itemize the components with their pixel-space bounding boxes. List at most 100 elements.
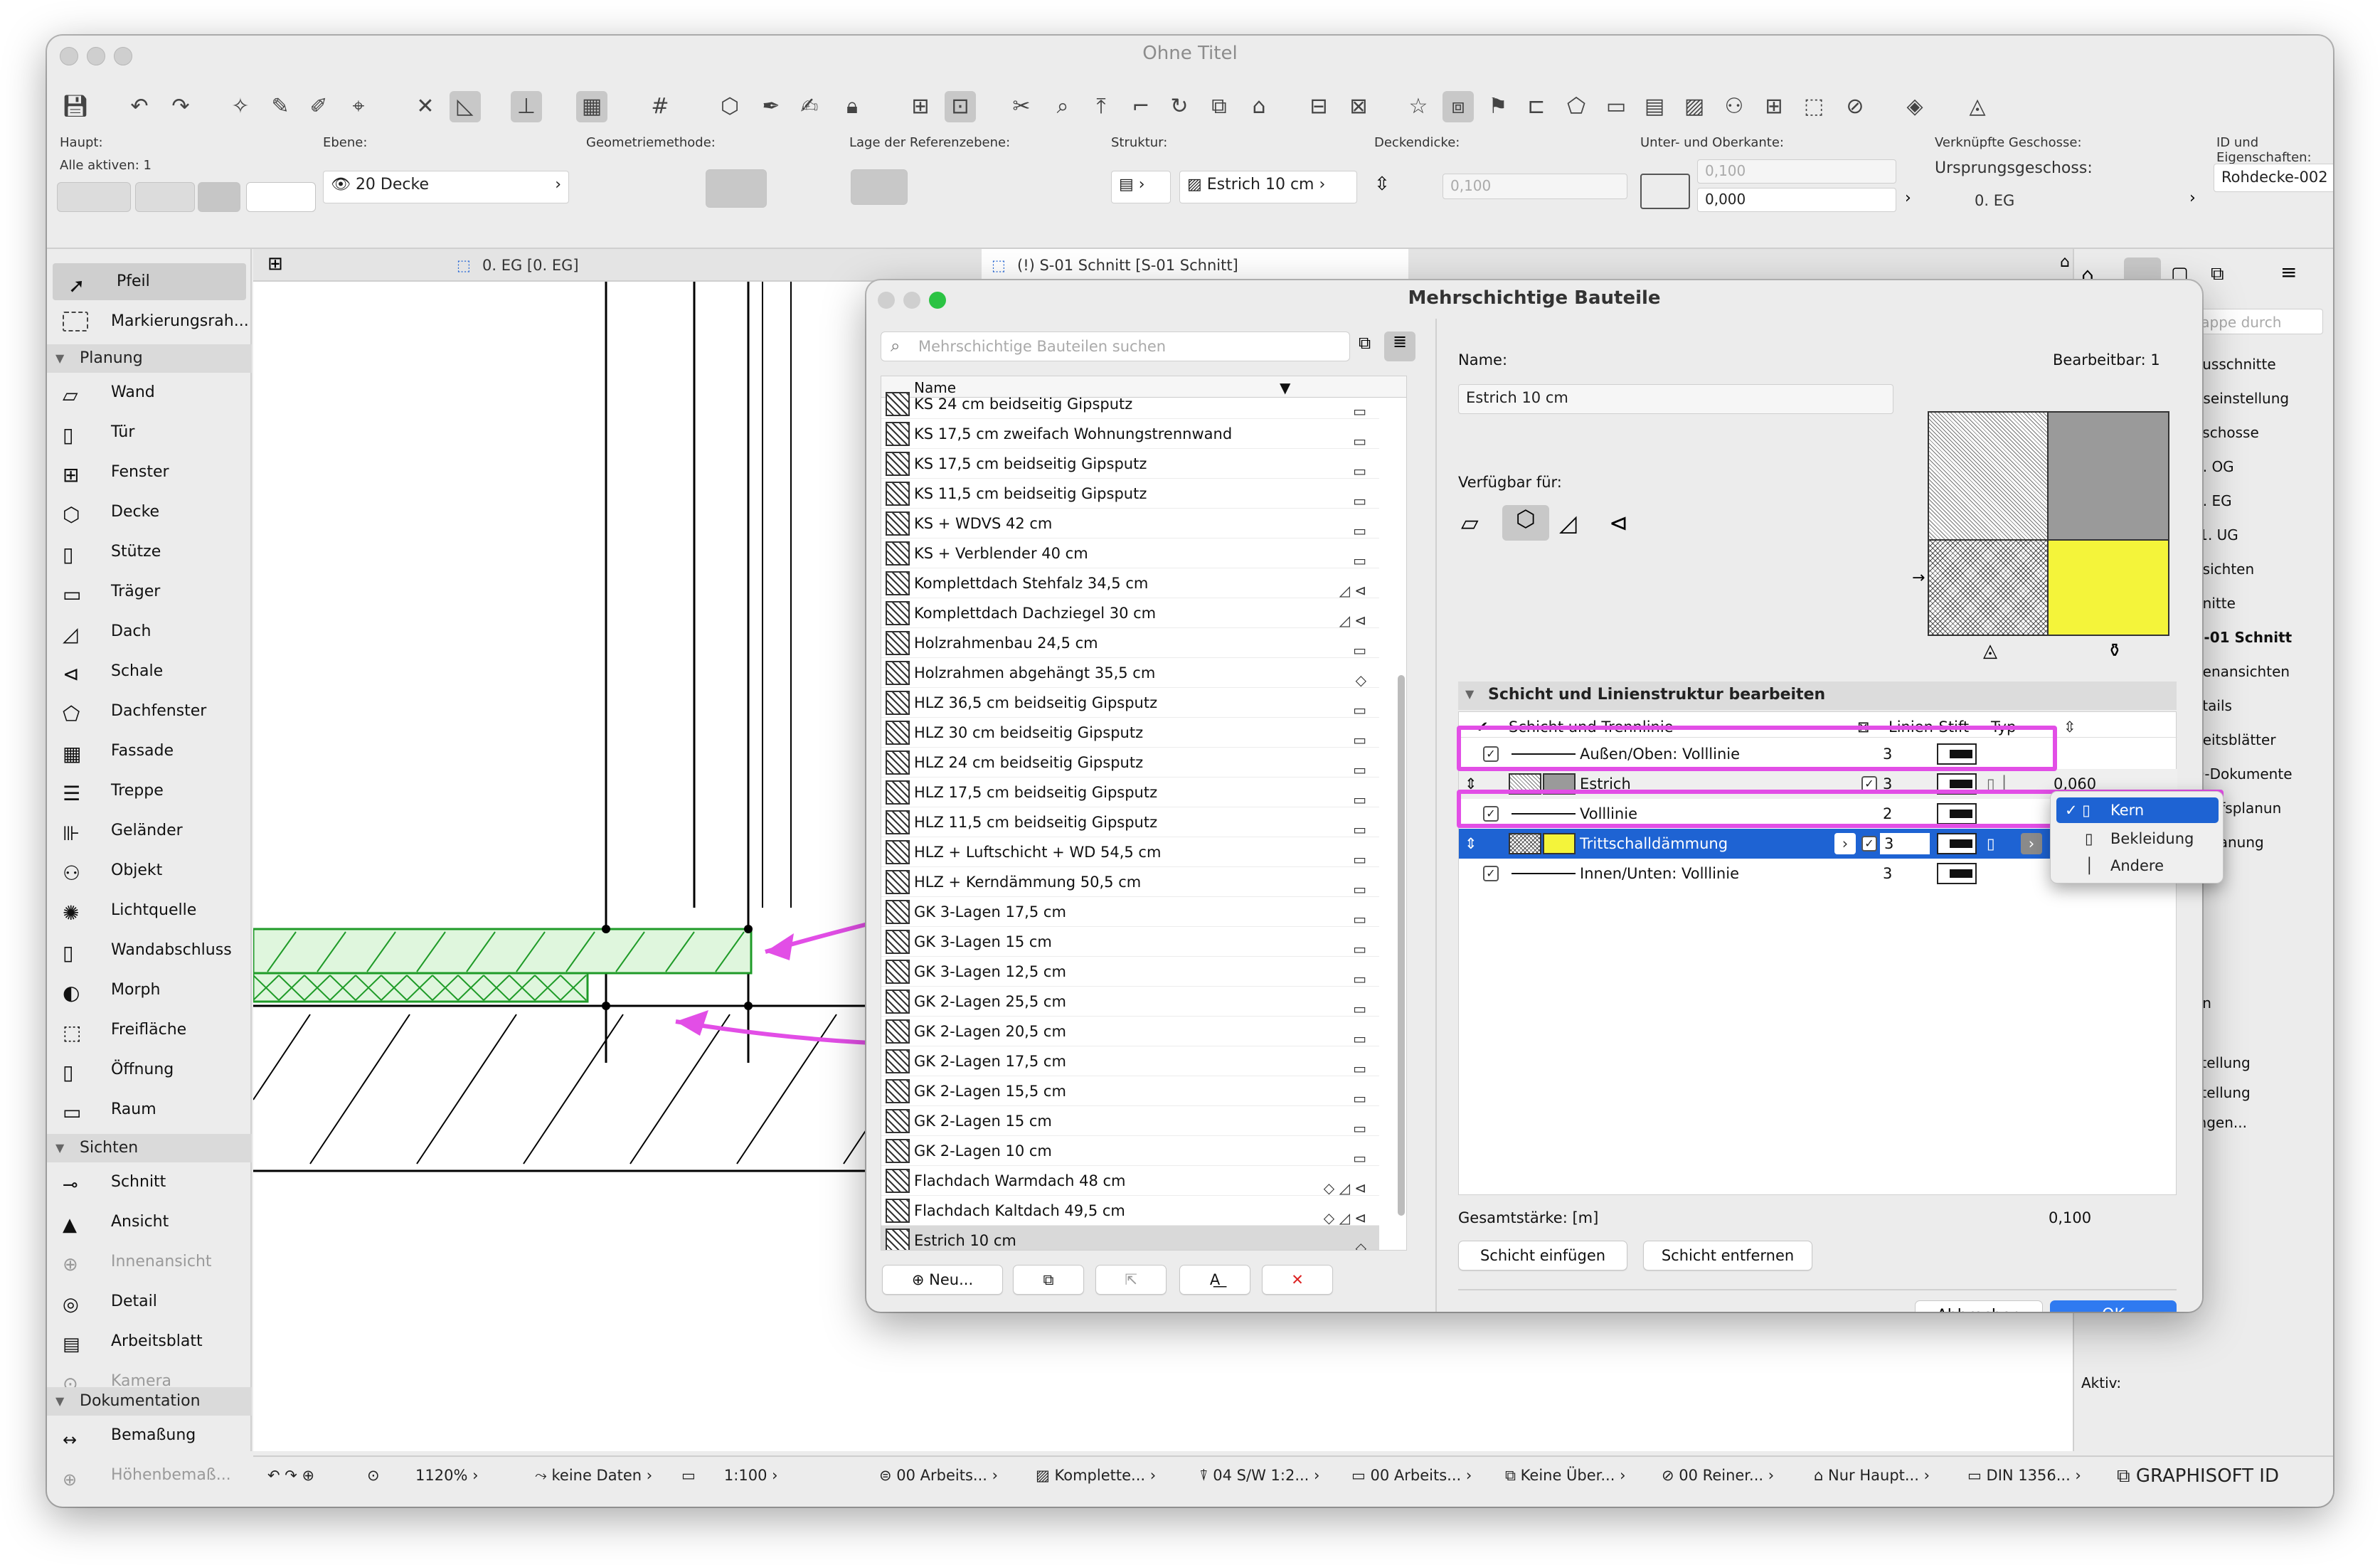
status-item-6[interactable]: ⌂ Nur Haupt... › [1814, 1467, 1930, 1484]
list-item[interactable]: Komplettdach Stehfalz 34,5 cm ◿ ⊲ [881, 568, 1379, 599]
tool-2[interactable]: ⊞ Fenster [47, 454, 252, 491]
slab-icon[interactable]: ⬡ [1502, 505, 1549, 541]
group-dokumentation[interactable]: Dokumentation [47, 1387, 252, 1416]
pipette-icon[interactable]: ✎ [265, 91, 296, 122]
syringe-icon[interactable]: ✐ [303, 91, 334, 122]
publisher-icon[interactable]: ⧉ [2211, 263, 2224, 285]
ref-core-top-icon[interactable] [916, 169, 966, 205]
nav-item[interactable]: nsichten [2194, 561, 2254, 578]
status-item-1[interactable]: ▨ Komplette... › [1036, 1467, 1156, 1484]
elevate-icon[interactable]: ⤒ [1085, 91, 1117, 122]
tab-section[interactable]: ⬚ (!) S-01 Schnitt [S-01 Schnitt] [982, 249, 1408, 282]
composite-name-field[interactable]: Estrich 10 cm [1458, 384, 1893, 414]
list-item[interactable]: KS 24 cm beidseitig Gipsputz ▭ [881, 389, 1379, 420]
mirror-icon[interactable]: ⧉ [1204, 91, 1235, 122]
nav-item[interactable]: beitsblätter [2194, 731, 2276, 748]
doc-tool-1[interactable]: ⊕ Höhenbemaß... [47, 1457, 252, 1494]
composite-icon[interactable]: ▤ [1639, 91, 1670, 122]
tool-9[interactable]: ▦ Fassade [47, 733, 252, 770]
status-item-2[interactable]: ⍒ 04 S/W 1:2... › [1199, 1467, 1319, 1485]
snap-icon[interactable]: ✕ [410, 91, 441, 122]
tab-floor-plan[interactable]: ⬚ 0. EG [0. EG] [447, 249, 980, 282]
list-item[interactable]: Flachdach Warmdach 48 cm ◇ ◿ ⊲ [881, 1166, 1379, 1197]
geometry-basic-icon[interactable] [592, 169, 640, 205]
doc-tool-0[interactable]: ↔ Bemaßung [47, 1417, 252, 1454]
list-item[interactable]: GK 2-Lagen 15,5 cm ▭ [881, 1076, 1379, 1107]
tool-18[interactable]: ▭ Raum [47, 1091, 252, 1128]
tool-16[interactable]: ⬚ Freifläche [47, 1012, 252, 1049]
marquee-filter-button[interactable] [135, 182, 195, 212]
status-item-3[interactable]: ▭ 00 Arbeits... › [1351, 1467, 1472, 1484]
guide-lines-icon[interactable]: ◺ [450, 91, 481, 122]
list-item[interactable]: KS + Verblender 40 cm ▭ [881, 539, 1379, 569]
list-item[interactable]: KS 17,5 cm zweifach Wohnungstrennwand ▭ [881, 419, 1379, 450]
favorites-icon[interactable]: ☆ [1403, 91, 1434, 122]
list-item[interactable]: KS 11,5 cm beidseitig Gipsputz ▭ [881, 479, 1379, 509]
mep-icon[interactable]: ⬚ [1798, 91, 1829, 122]
status-item-5[interactable]: ⊘ 00 Reiner... › [1662, 1467, 1774, 1484]
thickness-field[interactable]: 0,100 [1443, 174, 1627, 199]
tool-pfeil[interactable]: ➚ Pfeil [53, 263, 246, 300]
pick-up-icon[interactable]: ⌖ [343, 91, 374, 122]
window-icon[interactable]: ⊞ [1758, 91, 1790, 122]
group-sichten[interactable]: Sichten [47, 1134, 252, 1162]
profile-icon[interactable]: ▭ [1600, 91, 1632, 122]
view-tool-4[interactable]: ▤ Arbeitsblatt [47, 1323, 252, 1360]
pen-number-field[interactable]: 3 [1880, 833, 1930, 854]
nav-item[interactable]: S-01 Schnitt [2194, 629, 2292, 646]
tool-15[interactable]: ◐ Morph [47, 972, 252, 1009]
list-item[interactable]: GK 2-Lagen 10 cm ▭ [881, 1136, 1379, 1167]
scale[interactable]: ▭ 1:100 › [681, 1467, 778, 1484]
nav-item[interactable]: itseinstellung [2194, 390, 2289, 407]
tag-icon[interactable]: ⊘ [1839, 91, 1871, 122]
house-icon[interactable]: ⌂ [1243, 91, 1275, 122]
tool-7[interactable]: ⊲ Schale [47, 653, 252, 690]
checkbox[interactable]: ✓ [1861, 836, 1877, 852]
navigator-search[interactable]: Mappe durch [2181, 309, 2323, 334]
list-item[interactable]: Holzrahmenbau 24,5 cm ▭ [881, 628, 1379, 659]
list-item[interactable]: GK 2-Lagen 20,5 cm ▭ [881, 1017, 1379, 1047]
view-tool-3[interactable]: ◎ Detail [47, 1283, 252, 1320]
pen-swatch[interactable] [1937, 833, 1977, 854]
type-arrow[interactable]: › [2021, 833, 2042, 854]
list-item[interactable]: GK 2-Lagen 15 cm ▭ [881, 1106, 1379, 1137]
view-3d-icon[interactable]: ◈ [1899, 91, 1930, 122]
pen-icon[interactable]: ✒ [755, 91, 787, 122]
list-item[interactable]: HLZ 30 cm beidseitig Gipsputz ▭ [881, 718, 1379, 748]
list-item[interactable]: HLZ 17,5 cm beidseitig Gipsputz ▭ [881, 778, 1379, 808]
layer-select[interactable]: 👁︎ 20 Decke › [323, 171, 569, 203]
save-icon[interactable]: 💾︎ [60, 91, 91, 122]
nav-item[interactable]: eschosse [2194, 424, 2259, 441]
group-icon[interactable]: ⊡ [945, 91, 976, 122]
dropdown-item-bekleidung[interactable]: ▯ Bekleidung [2056, 826, 2219, 852]
remove-layer-button[interactable]: Schicht entfernen [1643, 1241, 1812, 1270]
graphisoft-id[interactable]: ⧉ GRAPHISOFT ID [2117, 1465, 2279, 1487]
import-button[interactable]: ⇱ [1095, 1265, 1167, 1295]
elevation-arrow[interactable]: › [1905, 189, 1911, 207]
layer-icon[interactable]: ⧈ [1443, 91, 1474, 122]
folder-view-icon[interactable]: ⧉ [1359, 333, 1383, 361]
status-item-7[interactable]: ▭ DIN 1356... › [1967, 1467, 2081, 1484]
ursprung-value[interactable]: 0. EG [1975, 192, 2014, 209]
list-item[interactable]: Flachdach Kaltdach 49,5 cm ◇ ◿ ⊲ [881, 1196, 1379, 1226]
list-item[interactable]: KS 17,5 cm beidseitig Gipsputz ▭ [881, 449, 1379, 479]
roof-icon[interactable]: ◿ [1559, 509, 1577, 536]
list-item[interactable]: GK 3-Lagen 17,5 cm ▭ [881, 897, 1379, 928]
drag-handle-icon[interactable]: ⇕ [1465, 829, 1477, 859]
dimension-icon[interactable]: ⊞ [905, 91, 936, 122]
nav-back-icon[interactable]: ↶ ↷ ⊕ [267, 1467, 314, 1484]
tool-11[interactable]: ⊪ Geländer [47, 812, 252, 849]
flag-icon[interactable]: ⚑ [1482, 91, 1514, 122]
rotate-icon[interactable]: ↻ [1164, 91, 1195, 122]
hatch-arrow[interactable]: › [1834, 833, 1856, 854]
ok-button[interactable]: OK [2050, 1300, 2177, 1312]
list-item[interactable]: KS + WDVS 42 cm ▭ [881, 509, 1379, 539]
tool-13[interactable]: ✺ Lichtquelle [47, 892, 252, 929]
tool-1[interactable]: ▯ Tür [47, 414, 252, 451]
tool-4[interactable]: ▯ Stütze [47, 534, 252, 571]
geometry-polygon-icon[interactable] [706, 169, 767, 208]
keine-daten[interactable]: ⤳ keine Daten › [535, 1467, 652, 1485]
redo-icon[interactable]: ↷ [165, 91, 196, 122]
list-scrollbar[interactable] [1398, 675, 1405, 1216]
structure-select[interactable]: ▨ Estrich 10 cm › [1179, 171, 1357, 203]
